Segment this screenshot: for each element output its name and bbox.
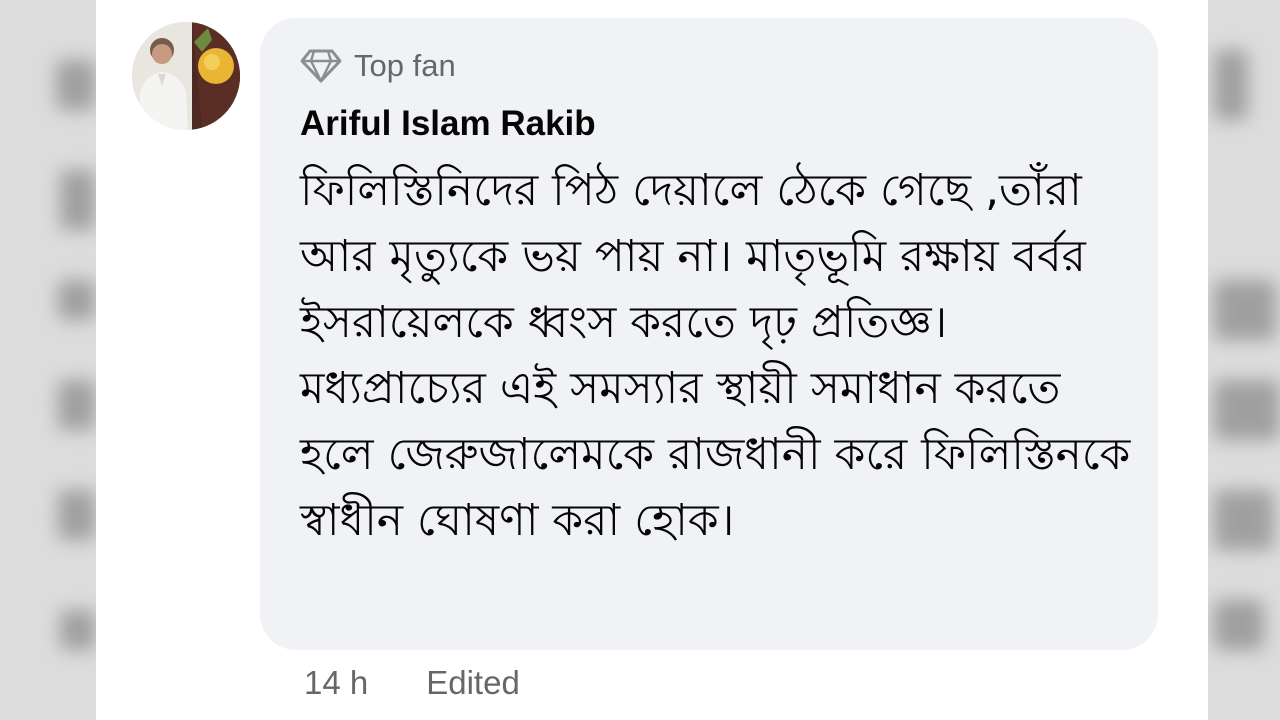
diamond-icon <box>300 49 342 83</box>
blurred-background-right <box>1208 0 1280 720</box>
comment-card: Top fan Ariful Islam Rakib ফিলিস্তিনিদের… <box>96 0 1208 720</box>
author-name[interactable]: Ariful Islam Rakib <box>300 104 596 144</box>
comment-text: ফিলিস্তিনিদের পিঠ দেয়ালে ঠেকে গেছে ,তাঁ… <box>300 165 1131 546</box>
screenshot-stage: Top fan Ariful Islam Rakib ফিলিস্তিনিদের… <box>0 0 1280 720</box>
top-fan-badge[interactable]: Top fan <box>300 46 456 86</box>
avatar-image <box>132 22 240 130</box>
comment-meta: 14 h Edited <box>304 664 520 702</box>
avatar[interactable] <box>132 22 240 130</box>
blurred-background-left <box>0 0 96 720</box>
edited-label[interactable]: Edited <box>426 664 520 702</box>
timestamp[interactable]: 14 h <box>304 664 368 702</box>
comment-bubble: Top fan Ariful Islam Rakib ফিলিস্তিনিদের… <box>260 18 1158 650</box>
badge-label: Top fan <box>354 48 456 83</box>
